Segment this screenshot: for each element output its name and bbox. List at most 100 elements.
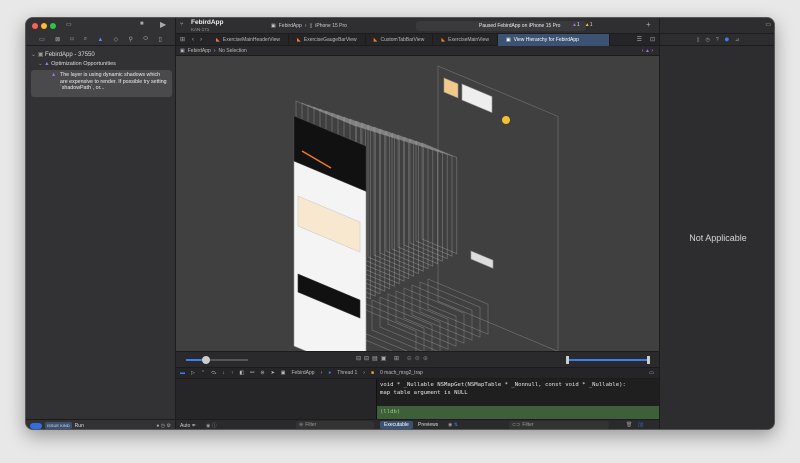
status-text: Paused FebirdApp on iPhone 15 Pro xyxy=(479,23,561,29)
group-row[interactable]: ⌄ ▲ Optimization Opportunities xyxy=(38,61,116,67)
issue-navigator-icon[interactable]: ▲ xyxy=(97,37,103,43)
object-inspector-icon[interactable]: ⬢ xyxy=(725,37,729,43)
label-layer[interactable] xyxy=(461,83,493,114)
process-label: FebirdApp - 37550 xyxy=(45,52,95,58)
breakpoints-toggle-icon[interactable]: ▷ xyxy=(191,370,195,376)
back-icon[interactable]: ‹ xyxy=(189,37,197,43)
console-layout-icon[interactable]: ▭ xyxy=(649,370,654,376)
help-icon[interactable]: ? xyxy=(716,37,719,43)
jump-root[interactable]: FebirdApp xyxy=(188,48,211,54)
breadcrumb-app[interactable]: FebirdApp xyxy=(292,370,315,376)
variables-filter[interactable]: ⊜ Filter xyxy=(296,421,374,429)
lldb-prompt[interactable]: (lldb) xyxy=(377,406,659,419)
editor-area: ⑂ FebirdApp KAN-171 ▣ FebirdApp › ▯ iPhone 1… xyxy=(176,18,659,429)
bookmark-icon[interactable]: ⌑ xyxy=(70,36,73,43)
jump-bar: ▣ FebirdApp › No Selection ‹ ▲ › xyxy=(176,46,659,56)
view-layer[interactable] xyxy=(373,126,419,275)
issue-kind-token[interactable]: ISSUE KIND xyxy=(45,422,72,429)
report-icon[interactable]: ▯ xyxy=(159,36,162,43)
folder-icon[interactable]: ▭ xyxy=(39,36,45,43)
executable-tab[interactable]: Executable xyxy=(380,421,413,429)
grid-icon[interactable]: ⊞ xyxy=(176,36,189,43)
split-editor-icon[interactable]: ⊡ xyxy=(646,36,659,43)
not-applicable-label: Not Applicable xyxy=(689,233,747,243)
view-layer[interactable] xyxy=(367,124,414,277)
tab-view-hierarchy[interactable]: ▣ View Hierarchy for FebirdApp xyxy=(497,33,610,46)
jump-selection[interactable]: No Selection xyxy=(218,48,246,54)
filter-input[interactable]: Run xyxy=(75,423,154,429)
button-layer[interactable] xyxy=(470,250,494,269)
hide-debug-area-icon[interactable]: ▬ xyxy=(180,370,185,376)
filter-options-icon[interactable]: ● ◷ ⚙ xyxy=(156,423,171,429)
scheme-selector[interactable]: ▣ FebirdApp › ▯ iPhone 15 Pro xyxy=(271,21,386,31)
minimize-window-button[interactable] xyxy=(41,23,47,29)
canvas-view-options[interactable]: ⊟⊟▤▣ ⊞ ⊖⊜⊕ xyxy=(356,355,431,362)
swift-file-icon: ◣ xyxy=(373,36,378,43)
console-options-icons[interactable]: ◉ ⇅ xyxy=(448,422,458,428)
exploded-view-hierarchy[interactable] xyxy=(176,56,659,377)
visibility-icons[interactable]: ◉ ⓘ xyxy=(206,422,217,429)
variables-scope-select[interactable]: Auto ≑ xyxy=(180,423,196,429)
console-filter[interactable]: ⊂⊃ Filter xyxy=(509,421,609,429)
issue-row[interactable]: ▲ The layer is using dynamic shadows whi… xyxy=(31,70,172,97)
console[interactable]: void * _Nullable NSMapGet(NSMapTable * _… xyxy=(376,379,659,419)
test-icon[interactable]: ◇ xyxy=(114,36,119,43)
window-layer[interactable] xyxy=(437,65,559,352)
trash-icon[interactable]: 🗑 xyxy=(626,422,632,428)
breakpoint-icon[interactable]: ⬭ xyxy=(143,36,148,43)
tab-custom-tab-bar-view[interactable]: ◣ CustomTabBarView xyxy=(366,33,434,46)
warning-counts[interactable]: ▲1 ▲1 xyxy=(572,22,592,28)
tab-exercise-main-view[interactable]: ◣ ExerciseMainView xyxy=(433,33,498,46)
view-layer[interactable] xyxy=(379,128,424,272)
variables-view xyxy=(176,379,376,419)
view-layer[interactable] xyxy=(409,138,448,260)
editor-options-icon[interactable]: ☰ xyxy=(633,36,646,43)
history-icon[interactable]: ◷ xyxy=(706,37,710,43)
stop-button[interactable]: ■ xyxy=(140,21,144,27)
find-icon[interactable]: ⌕ xyxy=(84,36,87,43)
debug-icon[interactable]: ⚲ xyxy=(128,36,132,43)
split-panes-icon[interactable]: ▯▯ xyxy=(638,422,644,428)
tab-label: CustomTabBarView xyxy=(380,36,425,43)
step-into-icon[interactable]: ↓ xyxy=(222,370,225,376)
xcode-window: ▭ ■ ▶ ▭ ⊠ ⌑ ⌕ ▲ ◇ ⚲ ⬭ ▯ ⌄ ▣ FebirdApp - 37550 ⌄ … xyxy=(25,17,775,430)
sidebar-toggle-icon[interactable]: ▭ xyxy=(66,21,72,28)
view-layer[interactable] xyxy=(421,142,458,255)
view-layer[interactable] xyxy=(415,140,453,257)
size-inspector-icon[interactable]: ⊿ xyxy=(735,37,739,43)
filter-toggle[interactable] xyxy=(30,422,42,429)
previews-tab[interactable]: Previews xyxy=(418,422,438,428)
environment-overrides-icon[interactable]: ⊜ xyxy=(260,370,264,376)
step-over-icon[interactable]: ⤼ xyxy=(211,370,216,376)
badge-layer[interactable] xyxy=(502,116,510,124)
range-slider[interactable] xyxy=(566,356,650,364)
memory-graph-icon[interactable]: ⚯ xyxy=(250,370,254,376)
debug-view-hierarchy-icon[interactable]: ◧ xyxy=(239,370,244,376)
forward-icon[interactable]: › xyxy=(197,37,208,43)
view-layer[interactable] xyxy=(363,302,425,359)
zoom-window-button[interactable] xyxy=(50,23,56,29)
step-out-icon[interactable]: ↑ xyxy=(231,370,234,376)
view-layer[interactable] xyxy=(379,296,441,353)
view-hierarchy-canvas[interactable] xyxy=(176,56,659,377)
add-tab-icon[interactable]: + xyxy=(646,20,651,29)
variables-filter-input[interactable]: Filter xyxy=(305,422,316,429)
run-button[interactable]: ▶ xyxy=(160,20,166,29)
console-filter-input[interactable]: Filter xyxy=(522,422,533,429)
process-row[interactable]: ⌄ ▣ FebirdApp - 37550 xyxy=(31,51,95,58)
issue-nav-arrows[interactable]: ‹ ▲ › xyxy=(642,48,653,54)
breadcrumb-frame[interactable]: 0 mach_msg2_trap xyxy=(380,370,423,376)
branch-icon: ⑂ xyxy=(180,22,184,28)
location-icon[interactable]: ➤ xyxy=(271,370,275,376)
tab-exercise-main-header-view[interactable]: ◣ ExerciseMainHeaderView xyxy=(208,33,290,46)
branch-label[interactable]: KAN-171 xyxy=(191,27,209,32)
inspector-toggle-icon[interactable]: ▭ xyxy=(765,21,771,28)
avatar-layer[interactable] xyxy=(443,77,459,99)
close-window-button[interactable] xyxy=(32,23,38,29)
breadcrumb-thread[interactable]: Thread 1 xyxy=(337,370,357,376)
tab-exercise-gauge-bar-view[interactable]: ◣ ExerciseGaugeBarView xyxy=(289,33,366,46)
spacing-slider[interactable] xyxy=(186,356,248,364)
source-control-icon[interactable]: ⊠ xyxy=(55,36,60,43)
file-inspector-icon[interactable]: ▯ xyxy=(697,37,700,43)
pause-continue-icon[interactable]: ⌃ xyxy=(201,370,205,376)
